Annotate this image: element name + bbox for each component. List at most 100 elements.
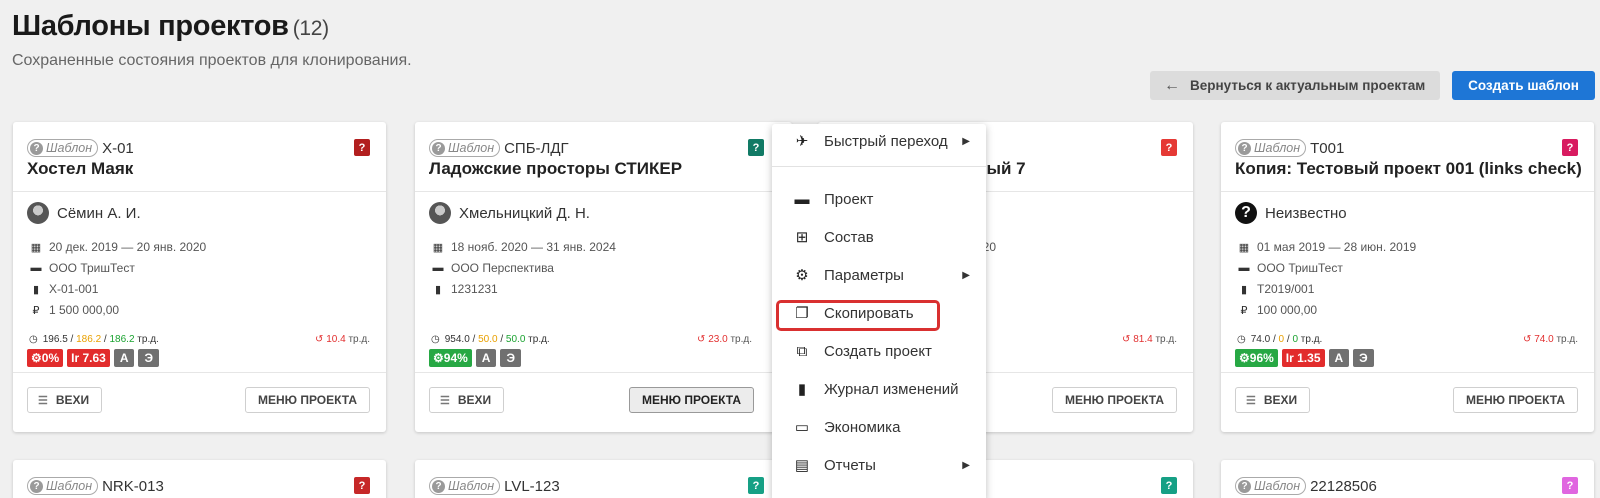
template-badge: ? Шаблон [429, 477, 501, 495]
template-card: ? Шаблон 22128506 ? [1221, 460, 1594, 498]
calendar-icon: ▦ [30, 241, 42, 254]
status-flag[interactable]: ? [1161, 139, 1177, 156]
project-code: СПБ-ЛДГ [504, 139, 569, 157]
overdue-stat: ↺ 81.4 тр.д. [1122, 334, 1177, 345]
overdue-stat: ↺ 74.0 тр.д. [1523, 334, 1578, 345]
contract-number: T2019/001 [1257, 282, 1315, 296]
template-card: ? Шаблон X-01 Хостел Маяк ? Сёмин А. И. ▦ 2… [13, 122, 386, 432]
progress-badge: ⚙ 94% [429, 349, 472, 367]
briefcase-icon: ▬ [1238, 262, 1250, 274]
progress-badge: ⚙ 96% [1235, 349, 1278, 367]
template-badge: ? Шаблон [27, 477, 99, 495]
document-icon: ▮ [32, 283, 40, 296]
template-card: ? Шаблон LVL-123 ? [415, 460, 792, 498]
template-card: ? Шаблон NRK-013 ? [13, 460, 386, 498]
milestones-button[interactable]: ☰ ВЕХИ [429, 387, 505, 413]
template-card: ? Шаблон T001 Копия: Тестовый проект 001 (… [1221, 122, 1594, 432]
status-flag[interactable]: ? [1562, 477, 1578, 494]
list-icon: ☰ [440, 394, 450, 407]
create-template-button[interactable]: Создать шаблон [1452, 71, 1595, 100]
contract-number: 1231231 [451, 282, 498, 296]
briefcase-icon: ▬ [432, 262, 444, 274]
copy-highlight [776, 300, 940, 331]
ruble-icon: ₽ [1240, 304, 1248, 317]
project-menu-button[interactable]: МЕНЮ ПРОЕКТА [628, 387, 754, 413]
owner-name: Неизвестно [1265, 204, 1347, 222]
template-badge: ? Шаблон [1235, 477, 1307, 495]
question-icon: ? [1238, 479, 1251, 493]
labor-stats: ◷ 954.0 / 50.0 / 50.0 тр.д. [431, 334, 550, 345]
menu-item-changelog[interactable]: ▮ Журнал изменений [772, 374, 986, 404]
e-badge: Э [1353, 349, 1374, 367]
calendar-icon: ▦ [1238, 241, 1250, 254]
contract-number: X-01-001 [49, 282, 99, 296]
book-icon: ▮ [797, 381, 807, 398]
project-code: T001 [1310, 139, 1345, 157]
avatar [27, 202, 49, 224]
template-badge: ? Шаблон [27, 139, 99, 157]
project-dates: 18 нояб. 2020 — 31 янв. 2024 [451, 240, 616, 254]
organization: ООО Перспектива [451, 261, 554, 275]
menu-item-project[interactable]: ▬ Проект [772, 184, 986, 214]
menu-item-create-project[interactable]: ⧉ Создать проект [772, 336, 986, 366]
status-flag[interactable]: ? [1161, 477, 1177, 494]
project-dates: 20 дек. 2019 — 20 янв. 2020 [49, 240, 207, 254]
project-title[interactable]: Копия: Тестовый проект 001 (links check) [1235, 159, 1582, 179]
project-menu-button[interactable]: МЕНЮ ПРОЕКТА [1452, 387, 1578, 413]
menu-item-quick-nav[interactable]: ✈ Быстрый переход ▶ [772, 126, 986, 156]
history-icon: ↺ [1122, 334, 1131, 345]
overdue-stat: ↺ 23.0 тр.д. [697, 334, 752, 345]
briefcase-icon: ▬ [794, 190, 810, 208]
e-badge: Э [138, 349, 160, 367]
progress-badge: ⚙ 0% [27, 349, 64, 367]
submenu-arrow-icon: ▶ [962, 135, 970, 147]
a-badge: A [113, 349, 135, 367]
budget: 1 500 000,00 [49, 303, 120, 317]
submenu-arrow-icon: ▶ [962, 269, 970, 281]
question-icon: ? [1238, 141, 1251, 155]
gear-icon: ⚙ [795, 267, 809, 284]
page-title: Шаблоны проектов (12) [12, 10, 329, 42]
project-dates: 01 мая 2019 — 28 июн. 2019 [1257, 240, 1417, 254]
clone-icon: ⧉ [796, 342, 808, 360]
list-icon: ☰ [38, 394, 48, 407]
status-flag[interactable]: ? [748, 477, 764, 494]
overdue-stat: ↺ 10.4 тр.д. [315, 334, 370, 345]
project-menu-button[interactable]: МЕНЮ ПРОЕКТА [1051, 387, 1177, 413]
status-flag[interactable]: ? [748, 139, 764, 156]
clipboard-icon: ▤ [794, 457, 810, 474]
menu-item-params[interactable]: ⚙ Параметры ▶ [772, 260, 986, 290]
project-title[interactable]: Ладожские просторы СТИКЕР [429, 159, 682, 179]
status-flag[interactable]: ? [354, 477, 370, 494]
avatar [429, 202, 451, 224]
budget: 100 000,00 [1257, 303, 1318, 317]
unknown-user-icon: ? [1235, 202, 1257, 224]
menu-item-economics[interactable]: ▭ Экономика [772, 412, 986, 442]
ir-badge: Ir 1.35 [1281, 349, 1325, 367]
milestones-button[interactable]: ☰ ВЕХИ [1235, 387, 1311, 413]
labor-stats: ◷ 196.5 / 186.2 / 186.2 тр.д. [29, 334, 159, 345]
organization: ООО ТришТест [49, 261, 135, 275]
page-subtitle: Сохраненные состояния проектов для клони… [12, 52, 412, 69]
project-code: X-01 [102, 139, 134, 157]
project-menu-button[interactable]: МЕНЮ ПРОЕКТА [244, 387, 370, 413]
menu-item-structure[interactable]: ⊞ Состав [772, 222, 986, 252]
owner-name: Сёмин А. И. [57, 204, 141, 222]
project-code: NRK-013 [102, 477, 164, 495]
status-flag[interactable]: ? [354, 139, 370, 156]
milestones-button[interactable]: ☰ ВЕХИ [27, 387, 103, 413]
submenu-arrow-icon: ▶ [962, 459, 970, 471]
back-to-projects-button[interactable]: ← Вернуться к актуальным проектам [1150, 71, 1440, 100]
status-flag[interactable]: ? [1562, 139, 1578, 156]
project-context-menu: ✈ Быстрый переход ▶ ▬ Проект ⊞ Состав ⚙ Парам… [772, 124, 986, 498]
ir-badge: Ir 7.63 [67, 349, 110, 367]
template-badge: ? Шаблон [429, 139, 501, 157]
a-badge: A [475, 349, 497, 367]
question-icon: ? [30, 141, 43, 155]
question-icon: ? [30, 479, 43, 493]
calendar-icon: ▦ [432, 241, 444, 254]
money-icon: ▭ [794, 419, 810, 436]
project-title[interactable]: Хостел Маяк [27, 159, 133, 179]
clock-icon: ◷ [431, 334, 440, 345]
menu-item-reports[interactable]: ▤ Отчеты ▶ [772, 450, 986, 480]
